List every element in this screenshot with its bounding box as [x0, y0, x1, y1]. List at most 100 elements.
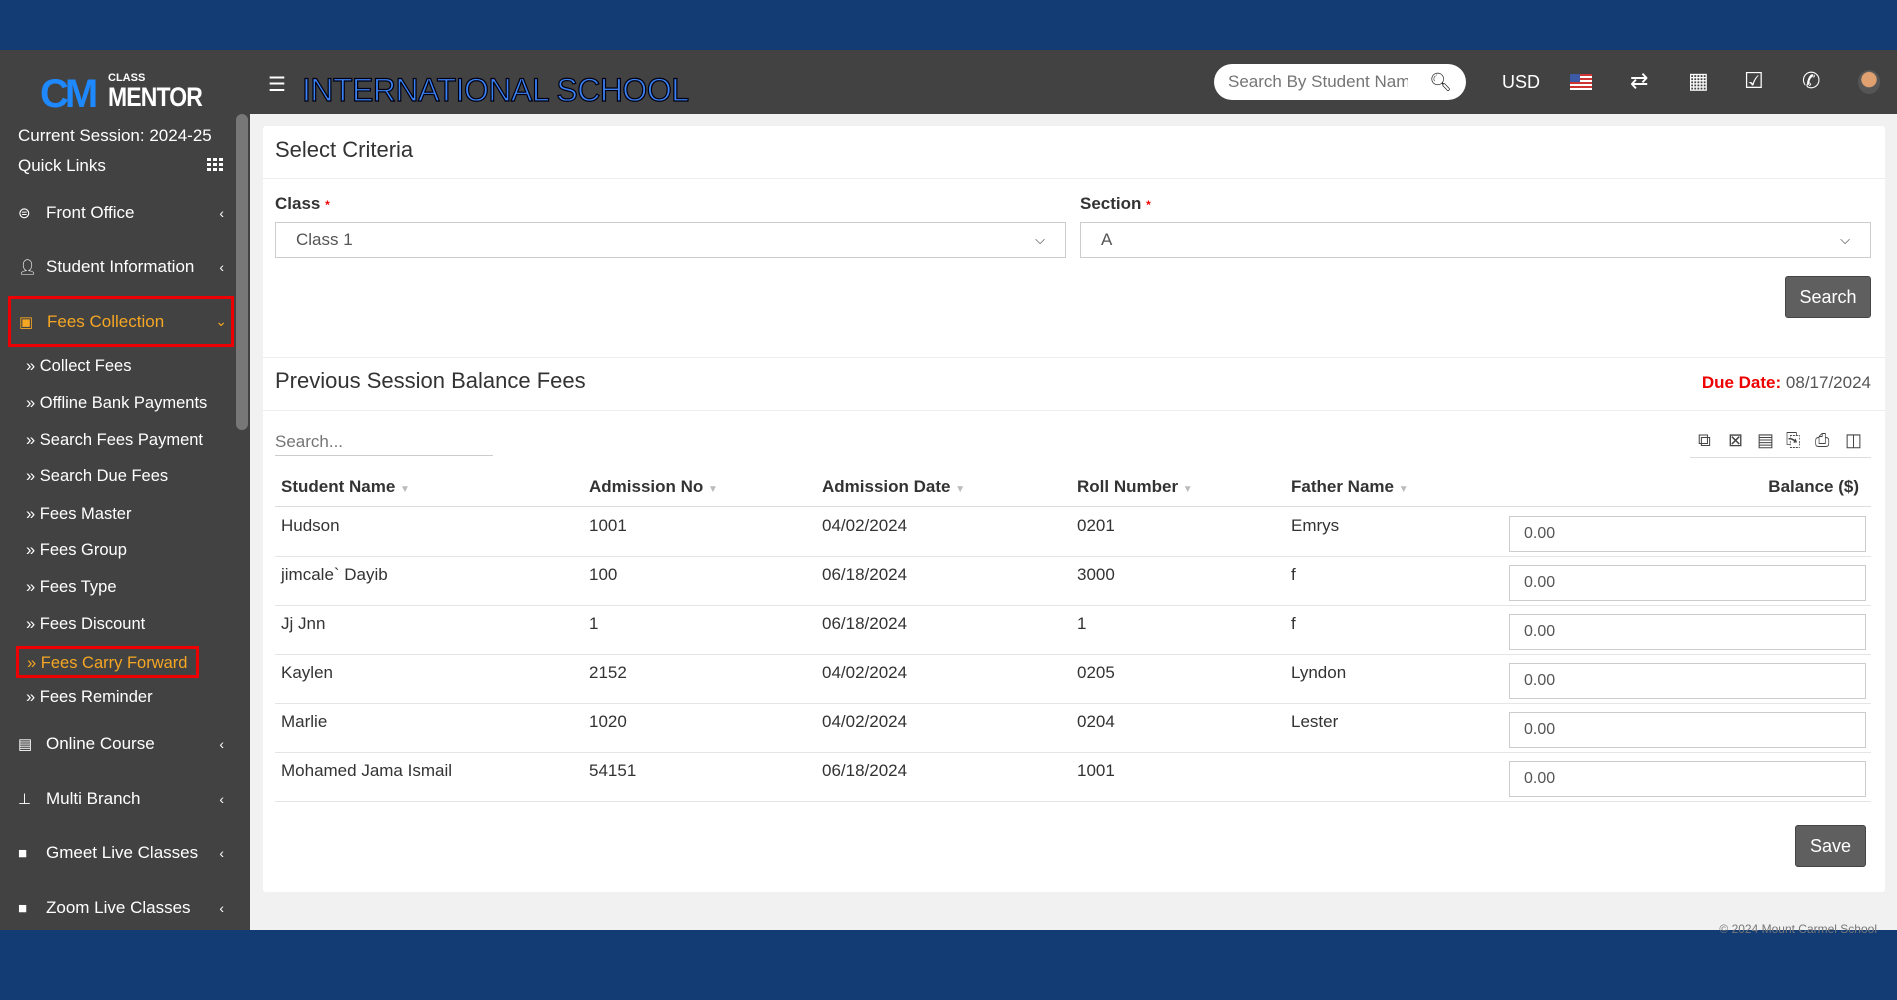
submenu-collect-fees[interactable]: » Collect Fees — [26, 357, 131, 376]
submenu-search-due-fees[interactable]: » Search Due Fees — [26, 467, 168, 486]
row-divider — [275, 556, 1871, 557]
sidebar-item-fees-collection[interactable]: ▣ Fees Collection ⌄ — [8, 296, 234, 347]
section-select[interactable]: A ⌵ — [1080, 222, 1871, 258]
search-icon[interactable]: 🔍︎ — [1429, 72, 1452, 93]
cell-roll: 1 — [1077, 614, 1087, 633]
quick-links[interactable]: Quick Links — [18, 156, 106, 176]
balance-input[interactable]: 0.00 — [1509, 663, 1866, 699]
currency-selector[interactable]: USD — [1502, 72, 1540, 93]
submenu-fees-master[interactable]: » Fees Master — [26, 505, 131, 524]
submenu-label: Fees Carry Forward — [40, 654, 188, 672]
task-check-icon[interactable]: ☑ — [1744, 68, 1764, 94]
cell-adm: 1 — [589, 614, 599, 633]
us-flag-icon[interactable] — [1570, 74, 1592, 90]
cell-date: 06/18/2024 — [822, 761, 908, 780]
cell-date: 06/18/2024 — [822, 614, 908, 633]
sidebar-item-label: Zoom Live Classes — [46, 898, 191, 917]
submenu-search-fees-payment[interactable]: » Search Fees Payment — [26, 431, 203, 450]
submenu-label: Collect Fees — [39, 357, 132, 375]
submenu-label: Fees Reminder — [39, 688, 153, 706]
submenu-fees-reminder[interactable]: » Fees Reminder — [26, 688, 153, 707]
balance-input[interactable]: 0.00 — [1509, 614, 1866, 650]
logo: CM — [40, 72, 98, 116]
cell-father: Lyndon — [1291, 663, 1347, 682]
balance-input[interactable]: 0.00 — [1509, 712, 1866, 748]
divider — [1690, 457, 1871, 458]
chevron-down-icon: ⌵ — [1840, 232, 1850, 247]
cell-date: 04/02/2024 — [822, 712, 908, 731]
excel-icon[interactable]: ⊠ — [1728, 430, 1743, 451]
cell-adm: 2152 — [589, 663, 627, 682]
chevron-down-icon: ⌵ — [1035, 232, 1045, 247]
calendar-icon[interactable]: ▦ — [1688, 68, 1709, 94]
balance-fees-title: Previous Session Balance Fees — [275, 368, 586, 393]
chevron-left-icon: ‹ — [219, 736, 224, 752]
submenu-fees-discount[interactable]: » Fees Discount — [26, 615, 145, 634]
row-divider — [275, 801, 1871, 802]
student-search: 🔍︎ — [1214, 64, 1466, 100]
class-label: Class * — [275, 194, 330, 213]
save-button[interactable]: Save — [1795, 825, 1866, 867]
sidebar-item-label: Multi Branch — [46, 789, 141, 808]
chevron-left-icon: ‹ — [219, 791, 224, 807]
sidebar-item-label: Online Course — [46, 734, 155, 753]
cell-roll: 1001 — [1077, 761, 1115, 780]
submenu-fees-group[interactable]: » Fees Group — [26, 541, 127, 560]
cell-date: 06/18/2024 — [822, 565, 908, 584]
cell-name: Jj Jnn — [281, 614, 326, 633]
file-icon: ▤ — [18, 736, 33, 753]
column-header-student-name[interactable]: Student Name ▼ — [281, 477, 410, 497]
divider — [263, 178, 1885, 179]
sidebar-item-zoom-live-classes[interactable]: ■ Zoom Live Classes ‹ — [0, 886, 236, 930]
sidebar-item-student-information[interactable]: 👤︎ Student Information ‹ — [0, 245, 236, 289]
sidebar-item-front-office[interactable]: ⊜ Front Office ‹ — [0, 191, 236, 235]
cell-adm: 1001 — [589, 516, 627, 535]
pdf-icon[interactable]: ⎘ — [1786, 430, 1800, 451]
avatar[interactable] — [1858, 70, 1880, 94]
chevron-down-icon: ⌄ — [215, 313, 227, 329]
cell-roll: 0201 — [1077, 516, 1115, 535]
columns-icon[interactable]: ◫ — [1845, 430, 1862, 451]
sidebar-scrollbar[interactable] — [236, 114, 248, 430]
grid-icon[interactable] — [207, 158, 223, 172]
divider — [263, 410, 1885, 411]
sidebar-item-multi-branch[interactable]: ⊥ Multi Branch ‹ — [0, 777, 236, 821]
column-header-father-name[interactable]: Father Name ▼ — [1291, 477, 1409, 497]
sidebar-item-label: Gmeet Live Classes — [46, 843, 199, 862]
student-search-input[interactable] — [1228, 72, 1408, 92]
cell-name: Kaylen — [281, 663, 333, 682]
balance-input[interactable]: 0.00 — [1509, 761, 1866, 797]
menu-toggle-icon[interactable]: ☰ — [268, 72, 286, 97]
submenu-label: Offline Bank Payments — [39, 394, 208, 412]
cell-adm: 100 — [589, 565, 618, 584]
submenu-offline-bank-payments[interactable]: » Offline Bank Payments — [26, 394, 207, 413]
sidebar-item-online-course[interactable]: ▤ Online Course ‹ — [0, 722, 236, 766]
chevron-left-icon: ‹ — [219, 900, 224, 916]
sitemap-icon: ⊥ — [18, 791, 32, 808]
cell-father: Lester — [1291, 712, 1339, 731]
whatsapp-icon[interactable]: ✆ — [1802, 68, 1820, 94]
switch-icon[interactable]: ⇄ — [1630, 68, 1648, 94]
sidebar-item-label: Student Information — [46, 257, 195, 276]
submenu-fees-type[interactable]: » Fees Type — [26, 578, 117, 597]
column-header-admission-date[interactable]: Admission Date ▼ — [822, 477, 965, 497]
csv-icon[interactable]: ▤ — [1757, 430, 1774, 451]
column-header-balance: Balance ($) — [1768, 477, 1859, 496]
cell-date: 04/02/2024 — [822, 663, 908, 682]
column-header-roll-number[interactable]: Roll Number ▼ — [1077, 477, 1193, 497]
submenu-fees-carry-forward[interactable]: » Fees Carry Forward — [16, 646, 199, 678]
chevron-left-icon: ‹ — [219, 259, 224, 275]
table-search-input[interactable] — [275, 428, 493, 456]
submenu-label: Fees Master — [39, 505, 132, 523]
class-select[interactable]: Class 1 ⌵ — [275, 222, 1066, 258]
cell-name: Hudson — [281, 516, 340, 535]
money-icon: ▣ — [19, 313, 34, 331]
search-button[interactable]: Search — [1785, 276, 1871, 318]
column-header-admission-no[interactable]: Admission No ▼ — [589, 477, 718, 497]
copy-icon[interactable]: ⧉ — [1698, 430, 1711, 451]
balance-input[interactable]: 0.00 — [1509, 565, 1866, 601]
balance-input[interactable]: 0.00 — [1509, 516, 1866, 552]
print-icon[interactable]: ⎙ — [1815, 430, 1829, 451]
chevron-left-icon: ‹ — [219, 205, 224, 221]
sidebar-item-gmeet-live-classes[interactable]: ■ Gmeet Live Classes ‹ — [0, 831, 236, 875]
